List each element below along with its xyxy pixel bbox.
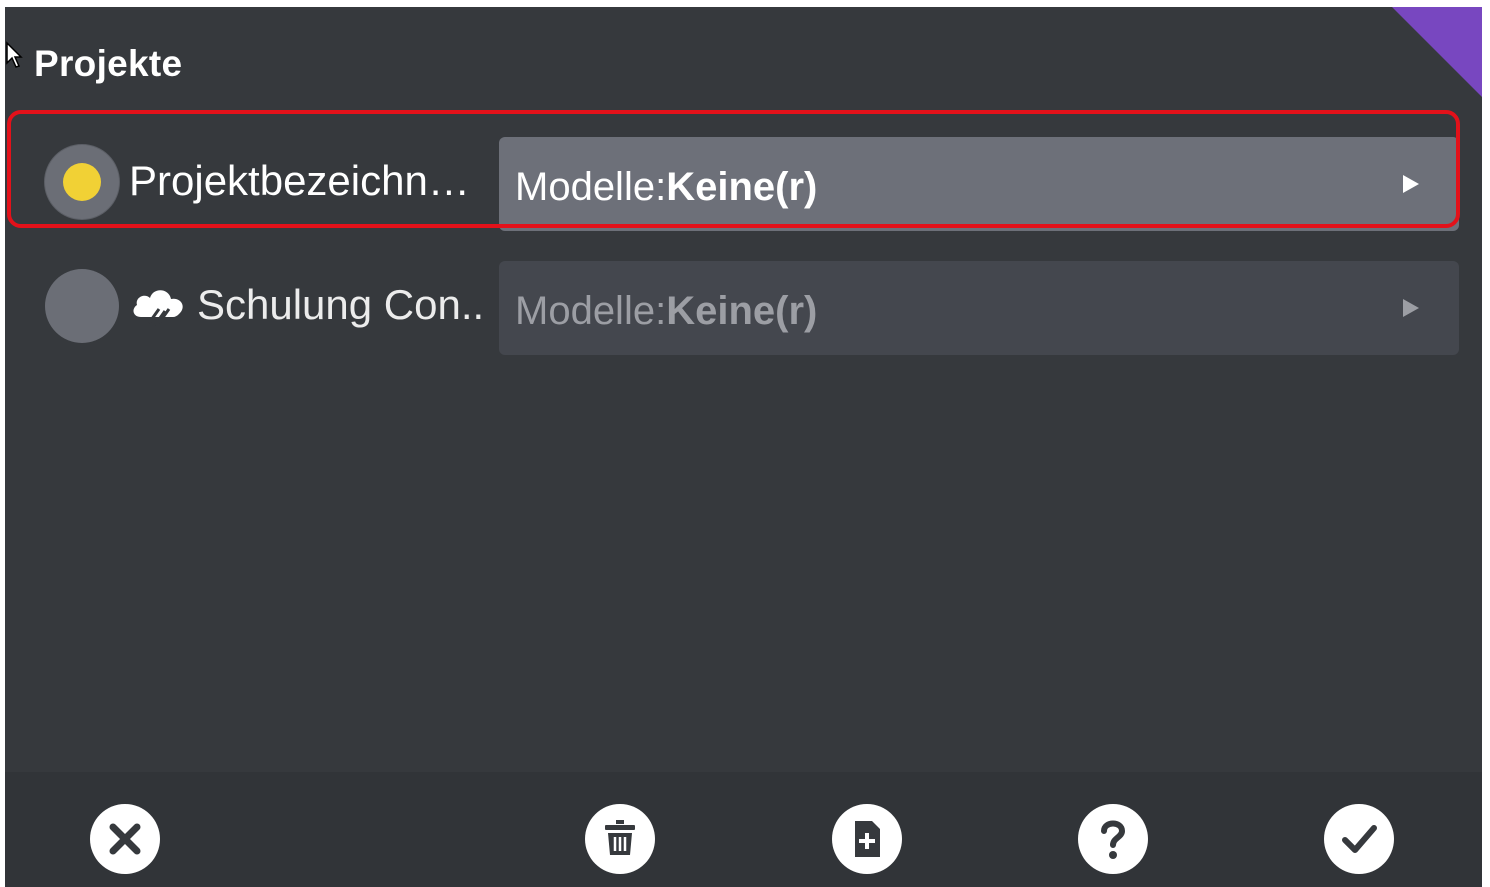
models-value: Keine(r)	[666, 165, 818, 209]
project-row[interactable]: Projektbezeichn… Modelle:Keine(r)	[17, 119, 1473, 237]
chevron-right-icon	[1403, 175, 1419, 193]
close-icon	[109, 823, 141, 855]
project-name: Schulung Con..	[197, 281, 485, 328]
projects-dialog: Projekte Projektbezeichn… Modelle:Keine(…	[5, 7, 1482, 887]
mouse-cursor-icon	[6, 41, 23, 68]
help-icon	[1101, 820, 1126, 859]
models-selector[interactable]: Modelle:Keine(r)	[499, 261, 1459, 355]
chevron-right-icon	[1403, 299, 1419, 317]
project-name: Projektbezeichn…	[129, 157, 470, 204]
models-text: Modelle:Keine(r)	[515, 165, 817, 210]
project-row[interactable]: Schulung Con.. Modelle:Keine(r)	[17, 243, 1473, 361]
selected-dot	[63, 163, 101, 201]
models-text: Modelle:Keine(r)	[515, 289, 817, 334]
help-button[interactable]	[1078, 804, 1148, 874]
add-project-button[interactable]	[832, 804, 902, 874]
models-selector[interactable]: Modelle:Keine(r)	[499, 137, 1459, 231]
corner-accent	[1392, 7, 1482, 97]
delete-button[interactable]	[585, 804, 655, 874]
bottom-toolbar	[5, 772, 1482, 887]
project-radio[interactable]	[45, 269, 119, 343]
models-label: Modelle:	[515, 289, 667, 333]
add-document-icon	[855, 821, 880, 857]
trash-icon	[605, 820, 635, 855]
confirm-button[interactable]	[1324, 804, 1394, 874]
cloud-project-icon	[133, 290, 183, 326]
check-icon	[1342, 825, 1377, 853]
close-button[interactable]	[90, 804, 160, 874]
models-value: Keine(r)	[666, 289, 818, 333]
models-label: Modelle:	[515, 165, 667, 209]
project-radio-selected[interactable]	[45, 145, 119, 219]
dialog-title: Projekte	[34, 43, 183, 84]
